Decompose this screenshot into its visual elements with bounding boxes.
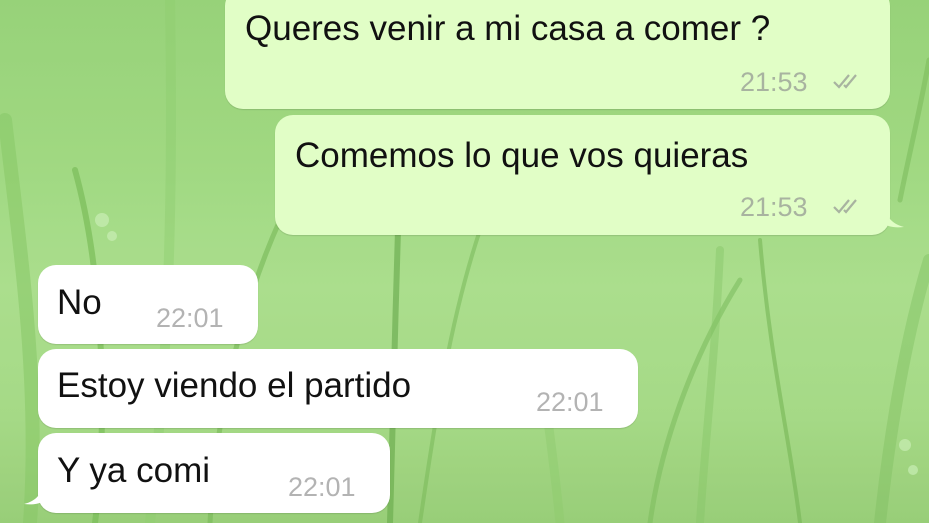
- bubble-tail-outgoing: [886, 207, 904, 228]
- message-timestamp: 21:53: [740, 192, 808, 222]
- message-timestamp: 22:01: [156, 303, 224, 333]
- double-check-icon: [833, 74, 857, 89]
- message-text: No: [57, 283, 102, 322]
- message-text: Y ya comi: [57, 451, 211, 490]
- message-text: Estoy viendo el partido: [57, 366, 412, 405]
- message-timestamp: 21:53: [740, 67, 808, 97]
- message-bubble-incoming[interactable]: Estoy viendo el partido 22:01: [38, 349, 638, 428]
- message-bubble-outgoing[interactable]: Queres venir a mi casa a comer ? 21:53: [225, 0, 890, 109]
- message-timestamp: 22:01: [288, 472, 356, 502]
- double-check-icon: [833, 199, 857, 214]
- chat-view: Queres venir a mi casa a comer ? 21:53 C…: [0, 0, 929, 523]
- message-bubble-incoming[interactable]: Y ya comi 22:01: [38, 433, 390, 513]
- message-bubble-outgoing[interactable]: Comemos lo que vos quieras 21:53: [275, 115, 890, 235]
- message-bubble-incoming[interactable]: No 22:01: [38, 265, 258, 344]
- message-text: Queres venir a mi casa a comer ?: [245, 9, 771, 48]
- bubble-tail-incoming: [24, 484, 42, 505]
- message-timestamp: 22:01: [536, 387, 604, 417]
- message-text: Comemos lo que vos quieras: [295, 136, 749, 175]
